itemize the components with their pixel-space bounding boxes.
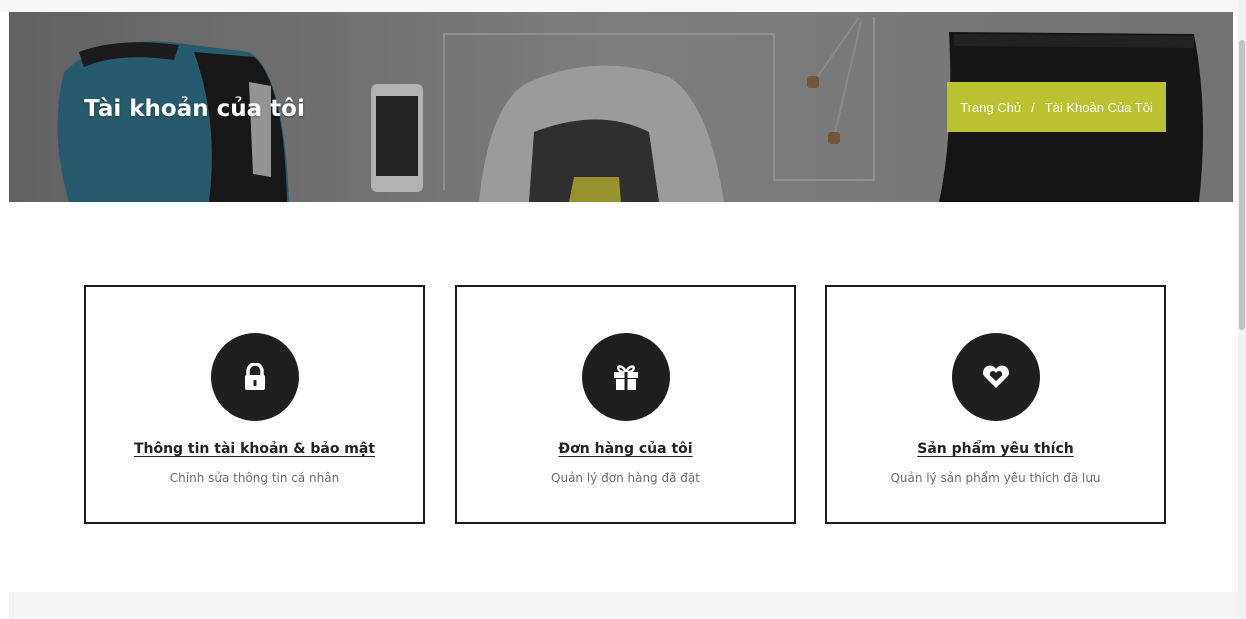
favorite-products-icon-circle	[951, 333, 1040, 421]
my-orders-link[interactable]: Đơn hàng của tôi	[558, 441, 692, 457]
favorite-products-description: Quản lý sản phẩm yêu thích đã lưu	[890, 471, 1101, 485]
account-security-icon-circle	[210, 333, 299, 421]
breadcrumb: Trang Chủ / Tài Khoản Của Tôi	[947, 82, 1166, 132]
account-security-link[interactable]: Thông tin tài khoản & bảo mật	[134, 441, 375, 457]
page-scrollbar[interactable]	[1238, 0, 1246, 619]
account-security-description: Chỉnh sửa thông tin cá nhân	[169, 471, 340, 485]
my-orders-card[interactable]: Đơn hàng của tôi Quản lý đơn hàng đã đặt	[455, 285, 796, 524]
favorite-products-link[interactable]: Sản phẩm yêu thích	[917, 441, 1073, 457]
page-title: Tài khoản của tôi	[84, 96, 305, 122]
favorite-products-card[interactable]: Sản phẩm yêu thích Quản lý sản phẩm yêu …	[825, 285, 1166, 524]
scrollbar-thumb[interactable]	[1239, 40, 1245, 330]
my-orders-icon-circle	[581, 333, 670, 421]
top-strip	[0, 0, 1246, 12]
account-security-card[interactable]: Thông tin tài khoản & bảo mật Chỉnh sửa …	[84, 285, 425, 524]
gift-icon	[613, 365, 638, 390]
breadcrumb-separator: /	[1031, 99, 1035, 115]
my-orders-description: Quản lý đơn hàng đã đặt	[551, 471, 700, 485]
lock-icon	[244, 363, 265, 390]
breadcrumb-home-link[interactable]: Trang Chủ	[960, 100, 1021, 115]
page-banner: Tài khoản của tôi Trang Chủ / Tài Khoản …	[9, 12, 1233, 202]
heart-icon	[982, 365, 1009, 388]
footer-band	[9, 592, 1238, 619]
breadcrumb-current: Tài Khoản Của Tôi	[1044, 99, 1153, 115]
